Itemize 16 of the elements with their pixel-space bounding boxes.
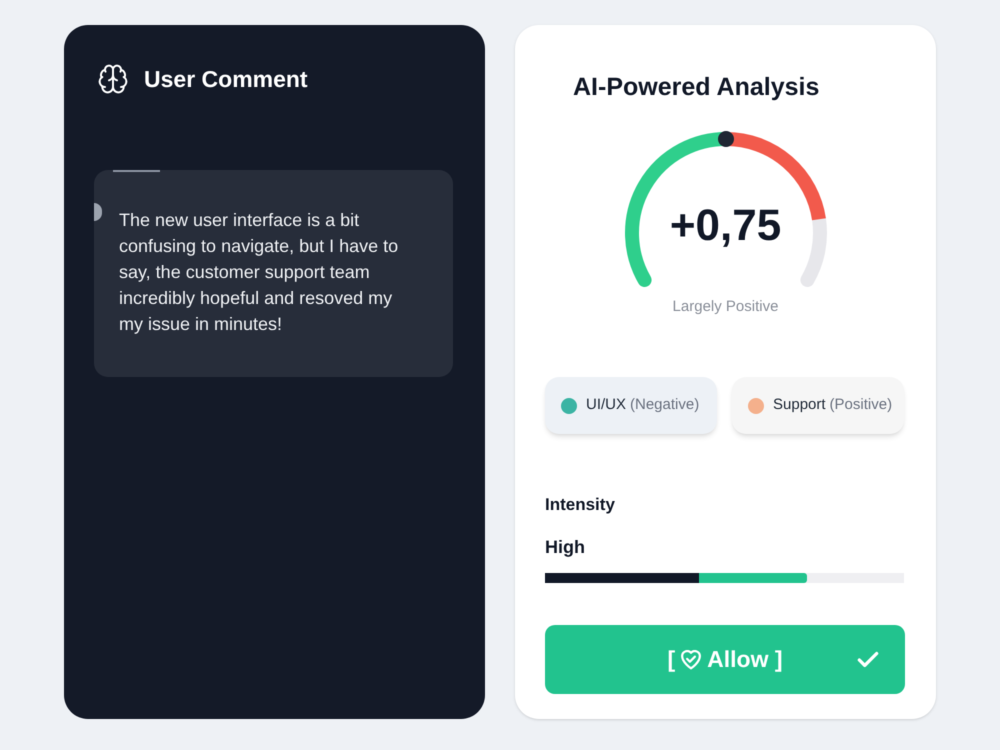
aspect-label: Support [773, 395, 826, 416]
aspect-sentiment: (Negative) [630, 395, 700, 416]
gauge-value: +0,75 [670, 202, 782, 250]
panel-title: User Comment [144, 65, 308, 94]
heart-check-icon [681, 650, 702, 670]
intensity-value: High [545, 536, 585, 559]
allow-button[interactable]: [ Allow ] [545, 625, 905, 694]
aspect-sentiment: (Positive) [830, 395, 892, 416]
marker-dot-icon [718, 131, 734, 147]
aspect-label: UI/UX [586, 395, 626, 416]
accent-line [113, 170, 160, 172]
gauge-caption: Largely Positive [672, 297, 778, 317]
brain-icon [97, 63, 129, 95]
comment-text: The new user interface is a bit confusing to navigate, but I have to say, the customer support team incredibly hopeful and resoved my my issue in minutes! [119, 209, 400, 336]
intensity-title: Intensity [545, 494, 615, 516]
panel-title: AI-Powered Analysis [573, 72, 820, 103]
